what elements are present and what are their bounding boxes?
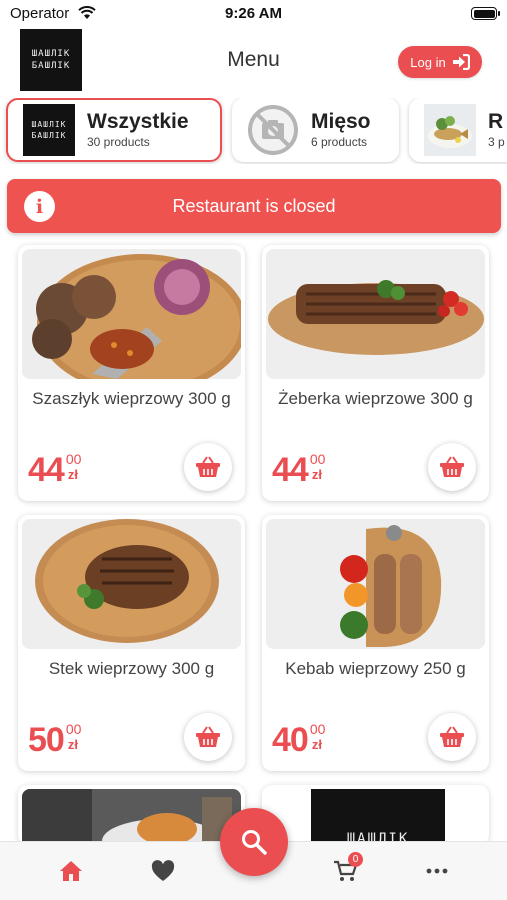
category-count: 30 products xyxy=(87,135,150,149)
price-currency: zł xyxy=(67,737,78,752)
add-to-cart-button[interactable] xyxy=(428,443,476,491)
category-thumb-logo: ШAШЛIK БAШЛIK xyxy=(23,104,75,156)
add-to-cart-button[interactable] xyxy=(184,713,232,761)
price-main: 44 xyxy=(28,451,65,489)
basket-icon xyxy=(196,456,220,477)
product-card[interactable]: Żeberka wieprzowe 300 g 44 00 zł xyxy=(262,245,489,501)
add-to-cart-button[interactable] xyxy=(184,443,232,491)
product-name: Żeberka wieprzowe 300 g xyxy=(278,389,473,408)
tab-home[interactable] xyxy=(56,858,86,884)
product-card[interactable]: ШAШЛIK xyxy=(262,785,489,845)
category-count: 3 p xyxy=(488,135,505,149)
product-card[interactable]: Stek wieprzowy 300 g 50 00 zł xyxy=(18,515,245,771)
product-photo xyxy=(266,249,485,379)
product-name: Szaszłyk wieprzowy 300 g xyxy=(32,389,231,408)
category-scroller[interactable]: ШAШЛIK БAШЛIK Wszystkie 30 products Mięs… xyxy=(0,98,507,164)
category-name: R xyxy=(488,110,504,133)
price-main: 44 xyxy=(272,451,309,489)
product-price: 44 00 zł xyxy=(28,451,81,489)
price-main: 40 xyxy=(272,721,309,759)
home-icon xyxy=(60,861,82,881)
category-thumb-fish xyxy=(424,104,476,156)
cart-count-badge: 0 xyxy=(348,852,363,867)
category-fish[interactable]: R 3 p xyxy=(409,98,507,162)
category-count: 6 products xyxy=(311,135,368,149)
status-time: 9:26 AM xyxy=(225,5,282,22)
category-meat[interactable]: Mięso 6 products xyxy=(232,98,399,162)
add-to-cart-button[interactable] xyxy=(428,713,476,761)
restaurant-closed-banner: i Restaurant is closed xyxy=(7,179,501,233)
price-currency: zł xyxy=(67,467,78,482)
product-photo xyxy=(22,519,241,649)
price-cents: 00 xyxy=(65,721,82,737)
thumb-logo-line-2: БAШЛIK xyxy=(31,131,67,140)
product-photo xyxy=(22,789,241,845)
login-button[interactable]: Log in xyxy=(398,46,482,78)
price-cents: 00 xyxy=(309,721,326,737)
product-price: 40 00 zł xyxy=(272,721,325,759)
category-all[interactable]: ШAШЛIK БAШЛIK Wszystkie 30 products xyxy=(6,98,222,162)
no-image-icon xyxy=(247,104,299,156)
product-price: 44 00 zł xyxy=(272,451,325,489)
product-name: Stek wieprzowy 300 g xyxy=(48,659,215,678)
product-photo: ШAШЛIK xyxy=(266,789,485,845)
search-button[interactable] xyxy=(220,808,288,876)
search-icon xyxy=(242,830,267,855)
product-price: 50 00 zł xyxy=(28,721,81,759)
heart-icon xyxy=(151,860,175,881)
product-name: Kebab wieprzowy 250 g xyxy=(285,659,466,678)
product-logo-image: ШAШЛIK xyxy=(311,789,445,845)
price-currency: zł xyxy=(311,467,322,482)
product-card[interactable] xyxy=(18,785,245,845)
basket-icon xyxy=(196,726,220,747)
battery-icon xyxy=(471,7,500,20)
status-bar: Operator 9:26 AM xyxy=(0,0,507,28)
category-name: Wszystkie xyxy=(87,110,189,133)
more-icon xyxy=(426,868,448,874)
thumb-logo-line-1: ШAШЛIK xyxy=(31,120,67,129)
price-cents: 00 xyxy=(309,451,326,467)
banner-text: Restaurant is closed xyxy=(172,195,336,216)
login-icon xyxy=(452,54,470,70)
category-name: Mięso xyxy=(311,110,371,133)
price-main: 50 xyxy=(28,721,65,759)
login-label: Log in xyxy=(410,54,446,70)
basket-icon xyxy=(440,456,464,477)
tab-favorites[interactable] xyxy=(148,858,178,884)
price-currency: zł xyxy=(311,737,322,752)
product-photo xyxy=(266,519,485,649)
price-cents: 00 xyxy=(65,451,82,467)
tab-more[interactable] xyxy=(422,858,452,884)
basket-icon xyxy=(440,726,464,747)
tab-cart[interactable]: 0 xyxy=(330,852,363,884)
product-photo xyxy=(22,249,241,379)
info-icon: i xyxy=(24,191,55,222)
product-card[interactable]: Szaszłyk wieprzowy 300 g 44 00 zł xyxy=(18,245,245,501)
product-card[interactable]: Kebab wieprzowy 250 g 40 00 zł xyxy=(262,515,489,771)
